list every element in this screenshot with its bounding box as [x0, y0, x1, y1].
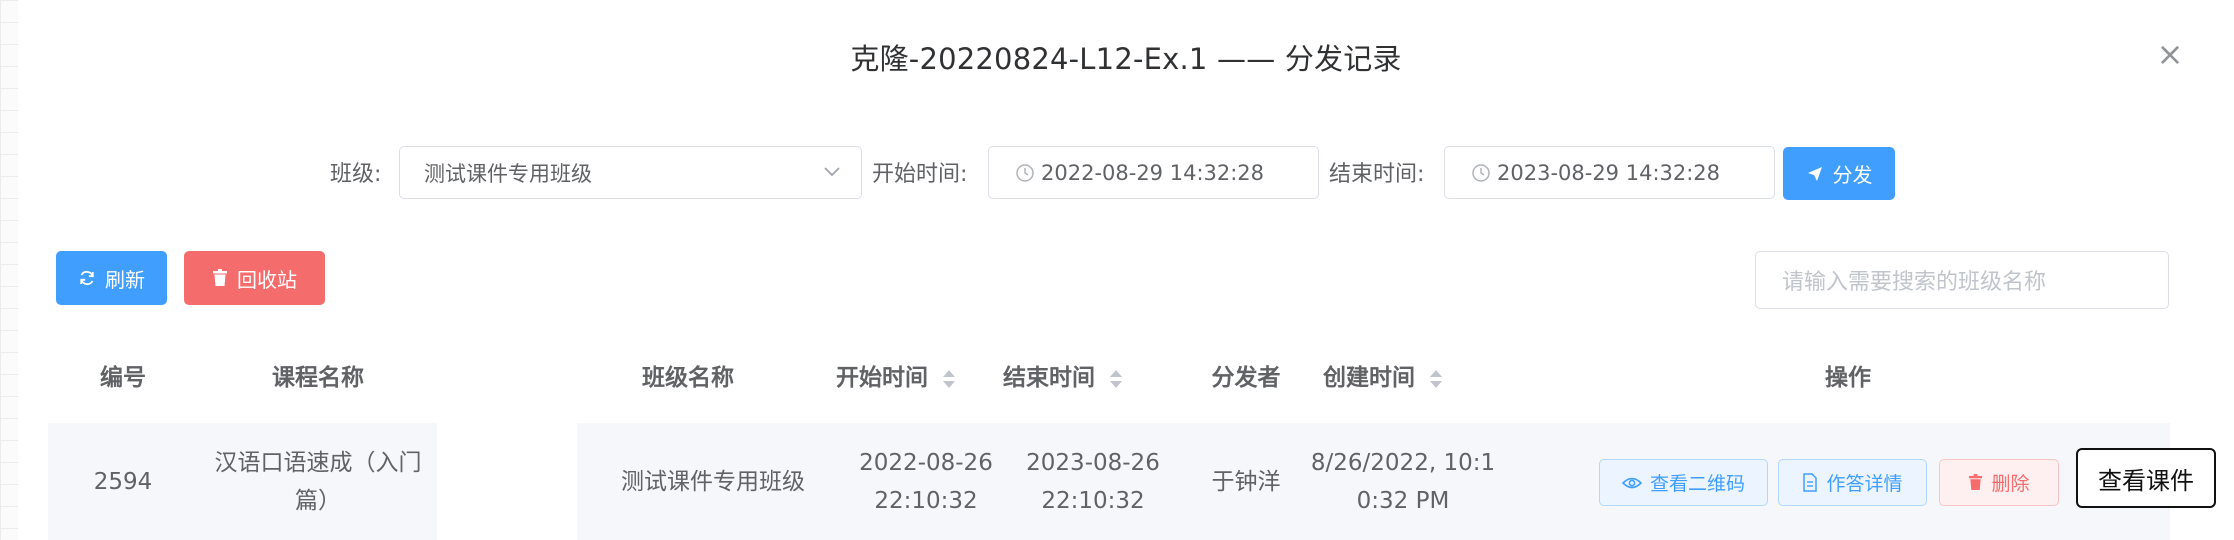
- column-header-created-time-label: 创建时间: [1323, 365, 1415, 391]
- cell-created-line: 8/26/2022, 10:1: [1310, 450, 1496, 476]
- recycle-bin-button-label: 回收站: [237, 267, 297, 292]
- clock-icon: [1472, 163, 1490, 182]
- column-header-distributor: 分发者: [1211, 365, 1281, 391]
- chevron-down-icon: [824, 167, 840, 177]
- end-time-label: 结束时间:: [1329, 162, 1425, 187]
- answer-details-label: 作答详情: [1826, 473, 1903, 495]
- clock-icon: [1016, 163, 1034, 182]
- cell-course-name: 汉语口语速成（入门 篇）: [198, 444, 438, 520]
- sort-icon: [943, 369, 956, 388]
- distribute-button-label: 分发: [1832, 163, 1873, 187]
- recycle-bin-button[interactable]: 回收站: [184, 251, 325, 305]
- cell-start-clock: 22:10:32: [874, 488, 978, 514]
- close-icon[interactable]: ×: [2156, 38, 2184, 70]
- cell-course-line: 汉语口语速成（入门: [214, 450, 422, 476]
- sort-icon: [1110, 369, 1123, 388]
- cell-end-clock: 22:10:32: [1041, 488, 1145, 514]
- cell-end-time: 2023-08-26 22:10:32: [1003, 444, 1183, 520]
- delete-button-label: 删除: [1991, 473, 2030, 495]
- cell-id: 2594: [93, 469, 153, 495]
- send-icon: [1807, 166, 1822, 181]
- class-select-value: 测试课件专用班级: [424, 161, 592, 186]
- cell-end-date: 2023-08-26: [1026, 450, 1160, 476]
- column-header-end-time-label: 结束时间: [1003, 365, 1095, 391]
- cell-course-line: 篇）: [295, 488, 341, 514]
- start-time-picker[interactable]: 2022-08-29 14:32:28: [988, 146, 1319, 199]
- cell-start-time: 2022-08-26 22:10:32: [836, 444, 1016, 520]
- column-header-course: 课程名称: [272, 365, 364, 391]
- refresh-button-label: 刷新: [105, 267, 145, 292]
- column-header-actions: 操作: [1825, 365, 1871, 391]
- column-header-end-time[interactable]: 结束时间: [1003, 358, 1153, 392]
- cell-created-time: 8/26/2022, 10:1 0:32 PM: [1303, 444, 1503, 520]
- refresh-button[interactable]: 刷新: [56, 251, 167, 305]
- document-icon: [1803, 473, 1818, 492]
- class-select[interactable]: 测试课件专用班级: [399, 146, 862, 199]
- cell-distributor: 于钟洋: [1211, 469, 1281, 495]
- column-header-start-time[interactable]: 开始时间: [836, 358, 986, 392]
- view-qr-code-button[interactable]: 查看二维码: [1599, 459, 1768, 506]
- distribute-button[interactable]: 分发: [1783, 147, 1895, 200]
- cell-created-line: 0:32 PM: [1356, 488, 1450, 514]
- trash-icon: [213, 269, 227, 286]
- class-search-input[interactable]: 请输入需要搜索的班级名称: [1755, 251, 2169, 309]
- eye-icon: [1621, 477, 1642, 488]
- distribution-record-dialog: 克隆-20220824-L12-Ex.1 —— 分发记录 × 班级: 测试课件专…: [18, 0, 2234, 540]
- start-time-value: 2022-08-29 14:32:28: [1041, 160, 1265, 185]
- answer-details-button[interactable]: 作答详情: [1778, 459, 1927, 506]
- column-header-id: 编号: [100, 365, 146, 391]
- column-header-start-time-label: 开始时间: [836, 365, 928, 391]
- end-time-value: 2023-08-29 14:32:28: [1497, 160, 1721, 185]
- end-time-picker[interactable]: 2023-08-29 14:32:28: [1444, 146, 1775, 199]
- sort-icon: [1430, 369, 1443, 388]
- refresh-icon: [80, 270, 94, 286]
- dialog-title: 克隆-20220824-L12-Ex.1 —— 分发记录: [850, 42, 1402, 76]
- row-divider: [437, 423, 577, 540]
- cell-class-name: 测试课件专用班级: [621, 469, 805, 495]
- view-qr-code-label: 查看二维码: [1649, 473, 1745, 495]
- class-label: 班级:: [330, 162, 382, 187]
- view-courseware-tooltip[interactable]: 查看课件: [2076, 448, 2216, 508]
- trash-icon: [1969, 474, 1983, 490]
- cell-start-date: 2022-08-26: [859, 450, 993, 476]
- column-header-created-time[interactable]: 创建时间: [1323, 358, 1483, 392]
- start-time-label: 开始时间:: [872, 162, 968, 187]
- column-header-class-name: 班级名称: [642, 365, 734, 391]
- delete-button[interactable]: 删除: [1939, 459, 2059, 506]
